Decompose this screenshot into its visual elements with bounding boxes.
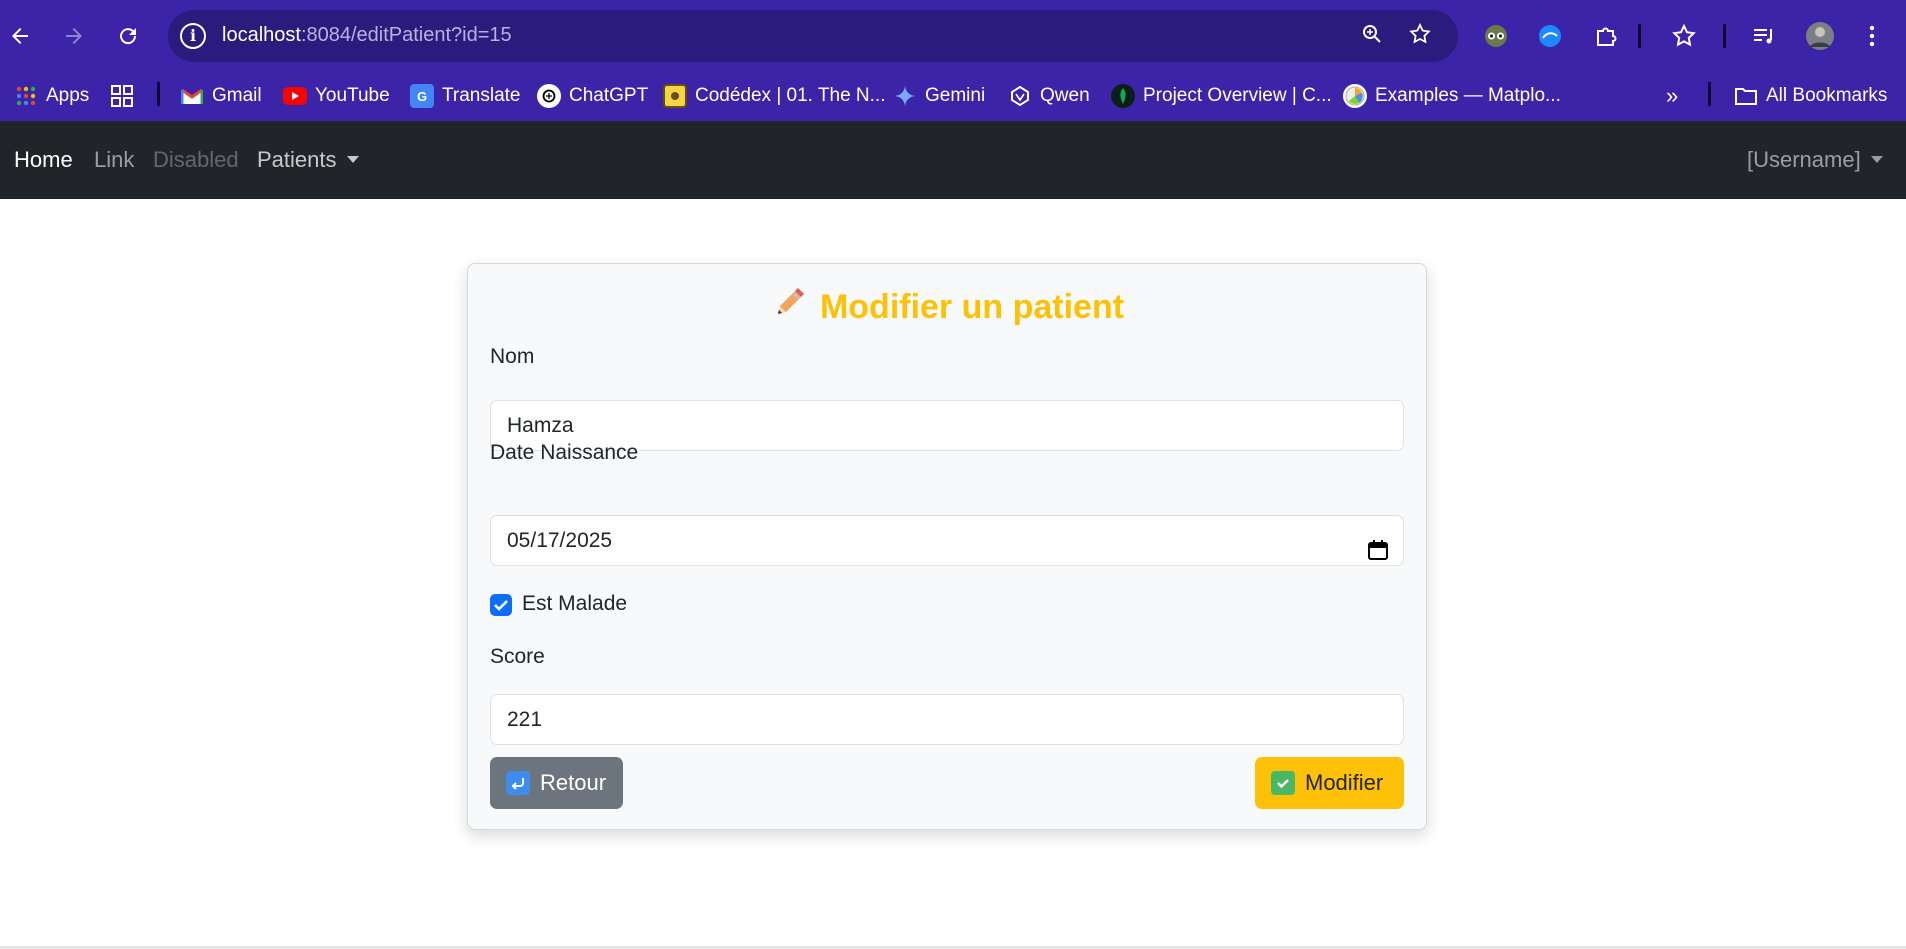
zoom-icon[interactable] bbox=[1358, 22, 1386, 50]
modifier-button[interactable]: Modifier bbox=[1255, 757, 1404, 809]
profile-avatar-icon[interactable] bbox=[1802, 18, 1838, 54]
extension-spy-icon[interactable] bbox=[1478, 18, 1514, 54]
address-bar[interactable]: i localhost:8084/editPatient?id=15 bbox=[168, 10, 1458, 62]
address-row: i localhost:8084/editPatient?id=15 bbox=[0, 0, 1906, 72]
modifier-label: Modifier bbox=[1305, 770, 1384, 795]
bookmark-label: Gmail bbox=[212, 85, 262, 106]
toolbar-separator bbox=[1638, 24, 1641, 48]
page-title: Modifier un patient bbox=[468, 286, 1428, 329]
qwen-icon bbox=[1008, 84, 1032, 108]
tab-groups-icon[interactable] bbox=[110, 80, 134, 112]
nav-patients-dropdown[interactable]: Patients bbox=[257, 147, 359, 173]
bookmark-label: Translate bbox=[442, 85, 521, 106]
browser-toolbar: i localhost:8084/editPatient?id=15 Apps … bbox=[0, 0, 1906, 121]
bookmark-label: Qwen bbox=[1040, 85, 1090, 106]
gemini-icon bbox=[893, 84, 917, 108]
est-malade-checkbox[interactable] bbox=[490, 594, 512, 616]
username-label: [Username] bbox=[1747, 147, 1861, 172]
bookmark-gmail[interactable]: Gmail bbox=[180, 80, 262, 112]
date-value: 05/17/2025 bbox=[507, 529, 613, 552]
bookmark-chatgpt[interactable]: ChatGPT bbox=[537, 80, 648, 112]
translate-icon: G bbox=[410, 84, 434, 108]
nav-disabled: Disabled bbox=[153, 147, 239, 172]
back-arrow-icon[interactable] bbox=[2, 18, 38, 54]
bookmark-label: YouTube bbox=[315, 85, 390, 106]
codedex-icon bbox=[663, 84, 687, 108]
bookmark-qwen[interactable]: Qwen bbox=[1008, 80, 1090, 112]
url-text: localhost:8084/editPatient?id=15 bbox=[222, 24, 512, 46]
extensions-puzzle-icon[interactable] bbox=[1588, 18, 1624, 54]
retour-label: Retour bbox=[540, 770, 607, 795]
overflow-chevron-icon: » bbox=[1666, 83, 1679, 108]
all-bookmarks-label: All Bookmarks bbox=[1766, 85, 1888, 106]
site-info-icon[interactable]: i bbox=[180, 23, 206, 49]
bookmark-translate[interactable]: G Translate bbox=[410, 80, 521, 112]
chatgpt-icon bbox=[537, 84, 561, 108]
return-arrow-icon bbox=[506, 771, 530, 795]
gmail-icon bbox=[180, 84, 204, 108]
nav-link[interactable]: Link bbox=[94, 147, 134, 173]
title-text: Modifier un patient bbox=[819, 288, 1125, 326]
youtube-icon bbox=[283, 87, 307, 105]
bookmark-project-overview[interactable]: Project Overview | C... bbox=[1111, 80, 1332, 112]
bookmark-star-icon[interactable] bbox=[1406, 22, 1434, 50]
bookmark-label: Codédex | 01. The N... bbox=[695, 85, 886, 106]
est-malade-label: Est Malade bbox=[522, 592, 628, 615]
bookmark-label: Apps bbox=[46, 85, 90, 106]
pencil-icon bbox=[772, 286, 806, 329]
browser-menu-icon[interactable] bbox=[1854, 18, 1890, 54]
matplotlib-icon bbox=[1343, 84, 1367, 108]
nom-label: Nom bbox=[490, 345, 535, 368]
media-queue-icon[interactable] bbox=[1746, 18, 1782, 54]
bookmark-label: ChatGPT bbox=[569, 85, 649, 106]
date-naissance-label: Date Naissance bbox=[490, 441, 639, 464]
edit-patient-card: Modifier un patient Nom Hamza Date Naiss… bbox=[467, 263, 1427, 830]
score-label: Score bbox=[490, 645, 545, 668]
extension-blue-icon[interactable] bbox=[1532, 18, 1568, 54]
bookmark-codedex[interactable]: Codédex | 01. The N... bbox=[663, 80, 885, 112]
reading-list-star-icon[interactable] bbox=[1666, 18, 1702, 54]
toolbar-separator bbox=[1723, 24, 1726, 48]
score-input[interactable]: 221 bbox=[490, 694, 1404, 745]
calendar-icon[interactable] bbox=[1367, 530, 1389, 560]
bookmark-gemini[interactable]: Gemini bbox=[893, 80, 985, 112]
forward-arrow-icon[interactable] bbox=[56, 18, 92, 54]
nav-home[interactable]: Home bbox=[14, 147, 73, 173]
user-dropdown[interactable]: [Username] bbox=[1747, 147, 1883, 173]
all-bookmarks-button[interactable]: All Bookmarks bbox=[1734, 80, 1887, 112]
bookmark-label: Examples — Matplo... bbox=[1375, 85, 1561, 106]
retour-button[interactable]: Retour bbox=[490, 757, 623, 809]
bookmarks-overflow-button[interactable]: » bbox=[1666, 80, 1678, 112]
check-mark-icon bbox=[1271, 771, 1295, 795]
mongodb-icon bbox=[1111, 84, 1135, 108]
bookmark-matplotlib[interactable]: Examples — Matplo... bbox=[1343, 80, 1561, 112]
apps-grid-icon bbox=[14, 84, 38, 108]
bookmark-label: Project Overview | C... bbox=[1143, 85, 1332, 106]
bookmark-separator bbox=[1708, 82, 1711, 106]
chevron-down-icon bbox=[1870, 156, 1883, 163]
reload-icon[interactable] bbox=[110, 18, 146, 54]
bookmark-youtube[interactable]: YouTube bbox=[283, 80, 390, 112]
folder-icon bbox=[1734, 84, 1758, 108]
nav-patients-label: Patients bbox=[257, 147, 337, 172]
bookmarks-bar: Apps Gmail YouTube G Translate ChatGPT C… bbox=[0, 72, 1906, 121]
bookmark-separator bbox=[157, 82, 160, 106]
bookmark-label: Gemini bbox=[925, 85, 986, 106]
app-navbar: Home Link Disabled Patients [Username] bbox=[0, 121, 1906, 199]
chevron-down-icon bbox=[346, 156, 359, 163]
date-naissance-input[interactable]: 05/17/2025 bbox=[490, 515, 1404, 566]
bookmark-apps[interactable]: Apps bbox=[14, 80, 89, 112]
